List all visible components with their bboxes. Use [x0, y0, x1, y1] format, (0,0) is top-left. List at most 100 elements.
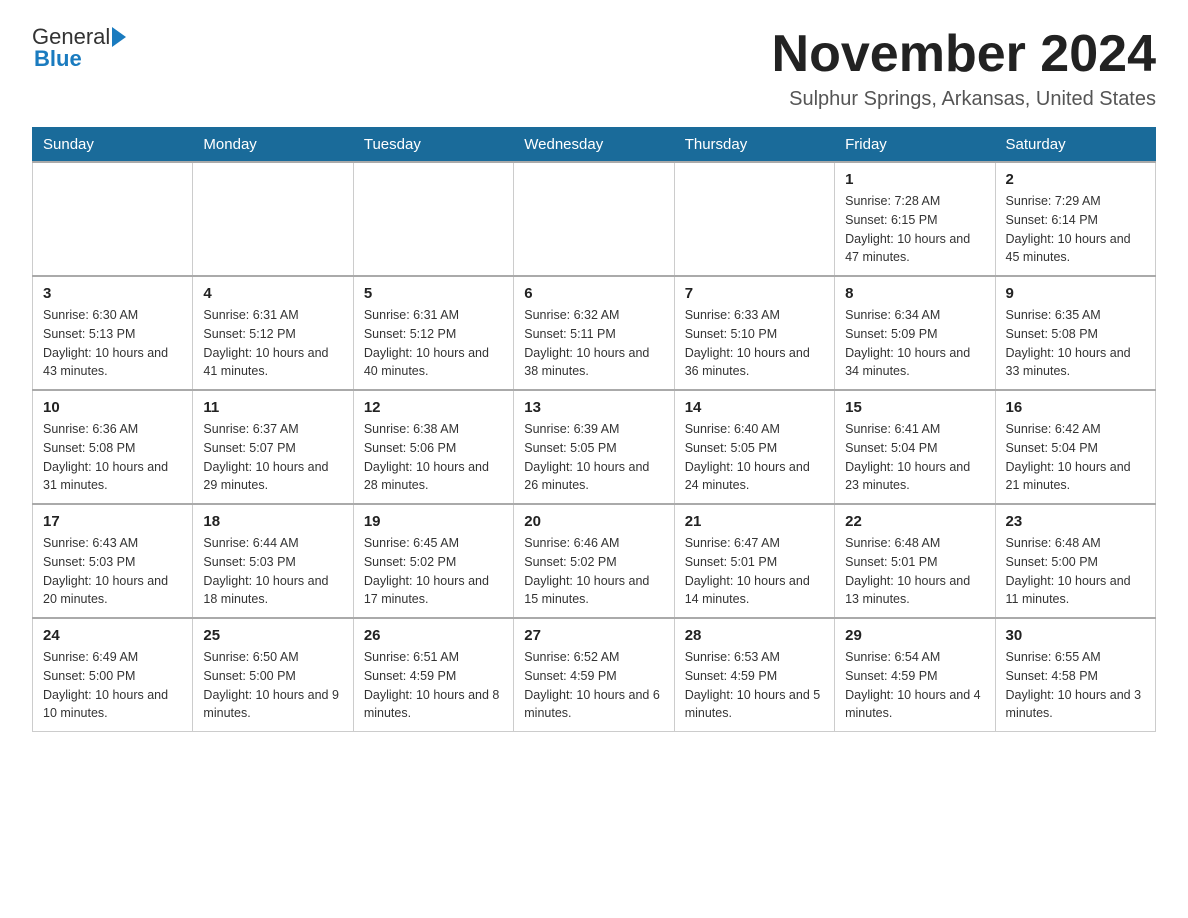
day-number: 12 — [364, 399, 503, 416]
calendar-cell: 23 Sunrise: 6:48 AMSunset: 5:00 PMDayligh… — [995, 504, 1155, 618]
calendar-cell: 18 Sunrise: 6:44 AMSunset: 5:03 PMDayligh… — [193, 504, 353, 618]
day-number: 6 — [524, 285, 663, 302]
day-info: Sunrise: 6:47 AMSunset: 5:01 PMDaylight:… — [685, 534, 824, 609]
header-sunday: Sunday — [33, 128, 193, 163]
day-info: Sunrise: 6:45 AMSunset: 5:02 PMDaylight:… — [364, 534, 503, 609]
calendar-cell: 29 Sunrise: 6:54 AMSunset: 4:59 PMDayligh… — [835, 618, 995, 732]
day-number: 4 — [203, 285, 342, 302]
day-number: 21 — [685, 513, 824, 530]
week-row-3: 10Sunrise: 6:36 AMSunset: 5:08 PMDayligh… — [33, 390, 1156, 504]
calendar-cell: 20Sunrise: 6:46 AMSunset: 5:02 PMDayligh… — [514, 504, 674, 618]
day-info: Sunrise: 6:55 AMSunset: 4:58 PMDaylight:… — [1006, 648, 1145, 723]
day-info: Sunrise: 6:37 AMSunset: 5:07 PMDaylight:… — [203, 420, 342, 495]
calendar-cell: 1 Sunrise: 7:28 AMSunset: 6:15 PMDaylight… — [835, 162, 995, 276]
day-info: Sunrise: 6:40 AMSunset: 5:05 PMDaylight:… — [685, 420, 824, 495]
day-info: Sunrise: 6:30 AMSunset: 5:13 PMDaylight:… — [43, 306, 182, 381]
day-info: Sunrise: 6:31 AMSunset: 5:12 PMDaylight:… — [203, 306, 342, 381]
calendar-cell: 24Sunrise: 6:49 AMSunset: 5:00 PMDayligh… — [33, 618, 193, 732]
calendar-cell: 6 Sunrise: 6:32 AMSunset: 5:11 PMDaylight… — [514, 276, 674, 390]
day-info: Sunrise: 6:31 AMSunset: 5:12 PMDaylight:… — [364, 306, 503, 381]
calendar-cell: 3 Sunrise: 6:30 AMSunset: 5:13 PMDaylight… — [33, 276, 193, 390]
day-number: 3 — [43, 285, 182, 302]
day-number: 16 — [1006, 399, 1145, 416]
calendar-cell — [674, 162, 834, 276]
day-info: Sunrise: 6:43 AMSunset: 5:03 PMDaylight:… — [43, 534, 182, 609]
calendar-cell: 15Sunrise: 6:41 AMSunset: 5:04 PMDayligh… — [835, 390, 995, 504]
calendar-cell: 7Sunrise: 6:33 AMSunset: 5:10 PMDaylight… — [674, 276, 834, 390]
day-number: 5 — [364, 285, 503, 302]
day-info: Sunrise: 6:54 AMSunset: 4:59 PMDaylight:… — [845, 648, 984, 723]
day-number: 10 — [43, 399, 182, 416]
day-info: Sunrise: 6:48 AMSunset: 5:01 PMDaylight:… — [845, 534, 984, 609]
day-number: 22 — [845, 513, 984, 530]
day-number: 15 — [845, 399, 984, 416]
day-number: 1 — [845, 171, 984, 188]
calendar-cell: 10Sunrise: 6:36 AMSunset: 5:08 PMDayligh… — [33, 390, 193, 504]
day-info: Sunrise: 6:49 AMSunset: 5:00 PMDaylight:… — [43, 648, 182, 723]
logo-blue: Blue — [34, 46, 82, 72]
day-number: 19 — [364, 513, 503, 530]
month-title: November 2024 — [772, 24, 1156, 84]
calendar-cell: 27 Sunrise: 6:52 AMSunset: 4:59 PMDayligh… — [514, 618, 674, 732]
day-info: Sunrise: 6:52 AMSunset: 4:59 PMDaylight:… — [524, 648, 663, 723]
day-number: 17 — [43, 513, 182, 530]
day-info: Sunrise: 6:53 AMSunset: 4:59 PMDaylight:… — [685, 648, 824, 723]
week-row-2: 3 Sunrise: 6:30 AMSunset: 5:13 PMDaylight… — [33, 276, 1156, 390]
calendar-cell: 14Sunrise: 6:40 AMSunset: 5:05 PMDayligh… — [674, 390, 834, 504]
day-info: Sunrise: 6:50 AMSunset: 5:00 PMDaylight:… — [203, 648, 342, 723]
calendar-cell: 9 Sunrise: 6:35 AMSunset: 5:08 PMDaylight… — [995, 276, 1155, 390]
day-number: 28 — [685, 627, 824, 644]
day-info: Sunrise: 6:35 AMSunset: 5:08 PMDaylight:… — [1006, 306, 1145, 381]
day-number: 8 — [845, 285, 984, 302]
day-number: 2 — [1006, 171, 1145, 188]
calendar-cell: 8 Sunrise: 6:34 AMSunset: 5:09 PMDaylight… — [835, 276, 995, 390]
calendar-cell — [33, 162, 193, 276]
week-row-5: 24Sunrise: 6:49 AMSunset: 5:00 PMDayligh… — [33, 618, 1156, 732]
calendar-cell — [193, 162, 353, 276]
day-info: Sunrise: 6:38 AMSunset: 5:06 PMDaylight:… — [364, 420, 503, 495]
day-info: Sunrise: 6:34 AMSunset: 5:09 PMDaylight:… — [845, 306, 984, 381]
calendar-cell: 11 Sunrise: 6:37 AMSunset: 5:07 PMDayligh… — [193, 390, 353, 504]
calendar-cell — [353, 162, 513, 276]
day-number: 13 — [524, 399, 663, 416]
day-info: Sunrise: 6:44 AMSunset: 5:03 PMDaylight:… — [203, 534, 342, 609]
logo-arrow-icon — [112, 27, 126, 47]
calendar-table: Sunday Monday Tuesday Wednesday Thursday… — [32, 127, 1156, 732]
calendar-cell: 22 Sunrise: 6:48 AMSunset: 5:01 PMDayligh… — [835, 504, 995, 618]
calendar-cell: 5 Sunrise: 6:31 AMSunset: 5:12 PMDaylight… — [353, 276, 513, 390]
day-number: 29 — [845, 627, 984, 644]
day-number: 9 — [1006, 285, 1145, 302]
day-info: Sunrise: 7:28 AMSunset: 6:15 PMDaylight:… — [845, 192, 984, 267]
day-number: 23 — [1006, 513, 1145, 530]
header-wednesday: Wednesday — [514, 128, 674, 163]
calendar-cell: 16 Sunrise: 6:42 AMSunset: 5:04 PMDayligh… — [995, 390, 1155, 504]
calendar-cell: 2 Sunrise: 7:29 AMSunset: 6:14 PMDaylight… — [995, 162, 1155, 276]
day-number: 11 — [203, 399, 342, 416]
header-monday: Monday — [193, 128, 353, 163]
day-number: 27 — [524, 627, 663, 644]
calendar-cell: 4 Sunrise: 6:31 AMSunset: 5:12 PMDaylight… — [193, 276, 353, 390]
calendar-cell: 25Sunrise: 6:50 AMSunset: 5:00 PMDayligh… — [193, 618, 353, 732]
calendar-cell — [514, 162, 674, 276]
calendar-cell: 30Sunrise: 6:55 AMSunset: 4:58 PMDayligh… — [995, 618, 1155, 732]
header-tuesday: Tuesday — [353, 128, 513, 163]
day-info: Sunrise: 7:29 AMSunset: 6:14 PMDaylight:… — [1006, 192, 1145, 267]
day-info: Sunrise: 6:32 AMSunset: 5:11 PMDaylight:… — [524, 306, 663, 381]
header-thursday: Thursday — [674, 128, 834, 163]
calendar-cell: 19 Sunrise: 6:45 AMSunset: 5:02 PMDayligh… — [353, 504, 513, 618]
week-row-4: 17 Sunrise: 6:43 AMSunset: 5:03 PMDayligh… — [33, 504, 1156, 618]
header-saturday: Saturday — [995, 128, 1155, 163]
day-info: Sunrise: 6:51 AMSunset: 4:59 PMDaylight:… — [364, 648, 503, 723]
location-subtitle: Sulphur Springs, Arkansas, United States — [772, 88, 1156, 111]
calendar-cell: 13 Sunrise: 6:39 AMSunset: 5:05 PMDayligh… — [514, 390, 674, 504]
title-section: November 2024 Sulphur Springs, Arkansas,… — [772, 24, 1156, 111]
calendar-cell: 21 Sunrise: 6:47 AMSunset: 5:01 PMDayligh… — [674, 504, 834, 618]
day-number: 20 — [524, 513, 663, 530]
week-row-1: 1 Sunrise: 7:28 AMSunset: 6:15 PMDaylight… — [33, 162, 1156, 276]
day-info: Sunrise: 6:39 AMSunset: 5:05 PMDaylight:… — [524, 420, 663, 495]
day-number: 26 — [364, 627, 503, 644]
day-info: Sunrise: 6:48 AMSunset: 5:00 PMDaylight:… — [1006, 534, 1145, 609]
day-number: 18 — [203, 513, 342, 530]
day-info: Sunrise: 6:42 AMSunset: 5:04 PMDaylight:… — [1006, 420, 1145, 495]
day-number: 7 — [685, 285, 824, 302]
